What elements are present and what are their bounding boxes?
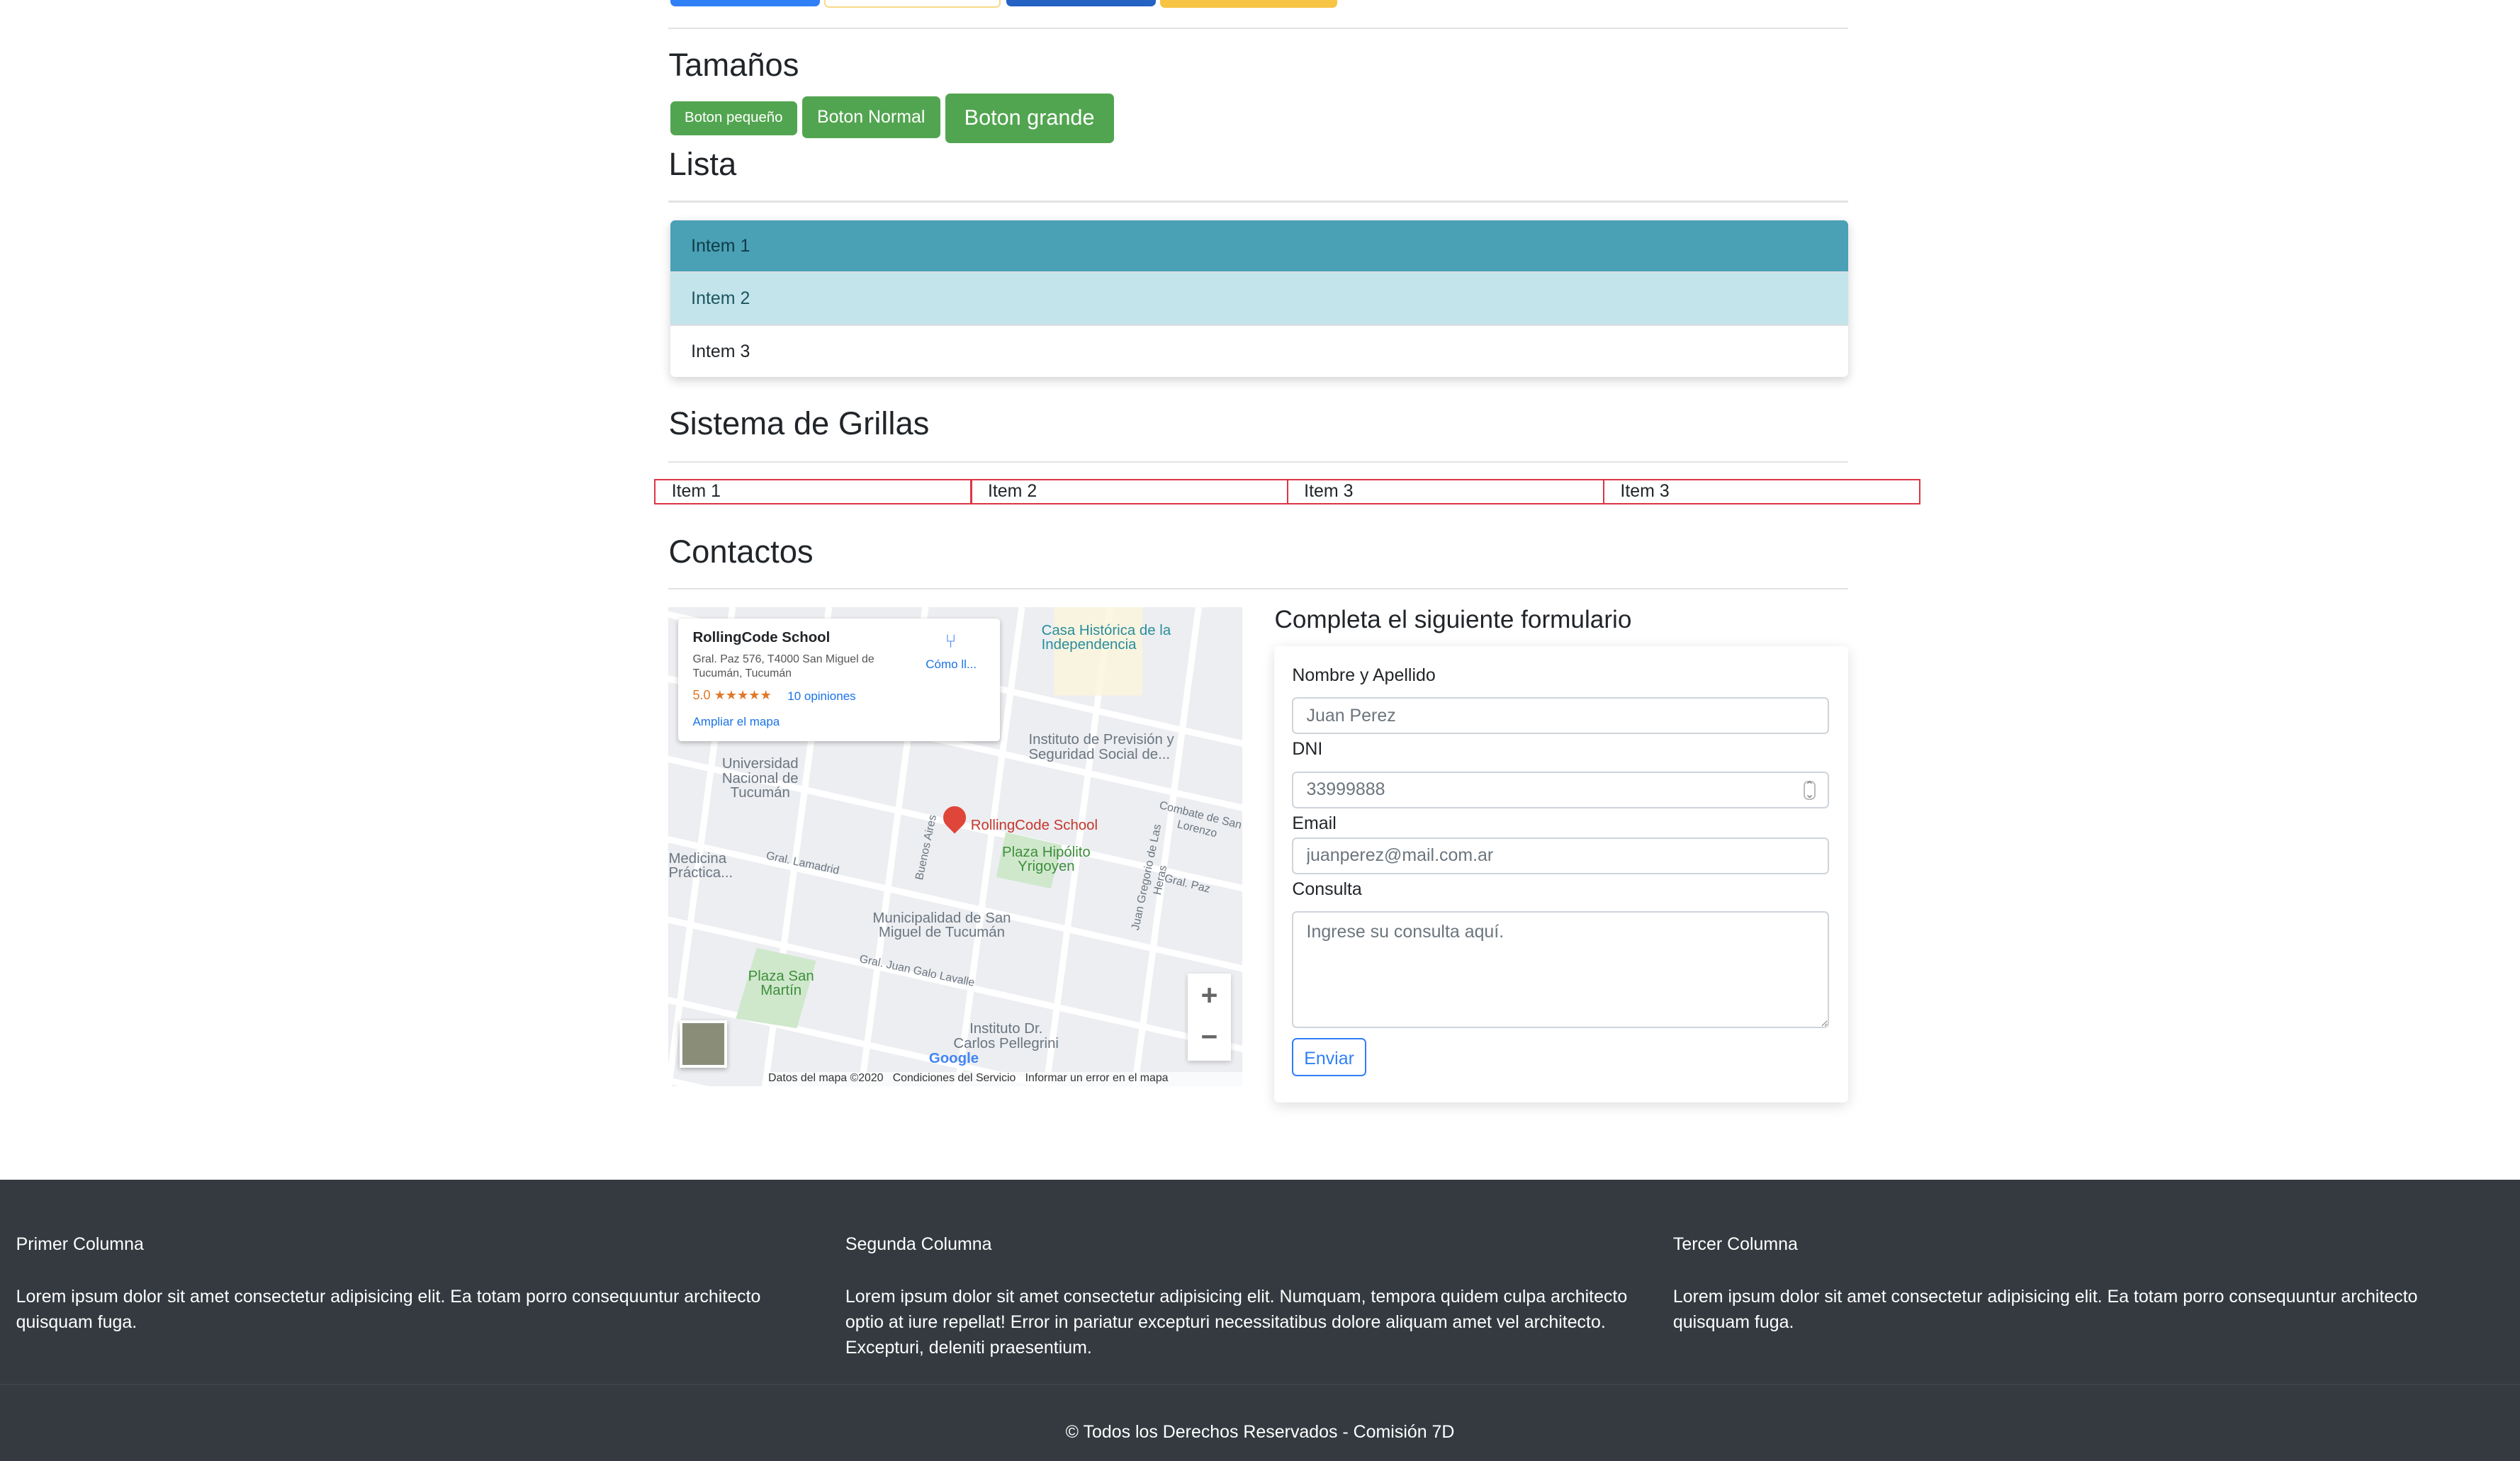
form-heading: Completa el siguiente formulario (1274, 605, 1632, 633)
map-label: Medicina Práctica... (668, 850, 733, 881)
divider (668, 588, 1849, 590)
place-name: RollingCode School (692, 630, 831, 646)
divider (668, 201, 1849, 203)
list-group: Intem 1 Intem 2 Intem 3 (670, 220, 1849, 378)
submit-button[interactable]: Enviar (1292, 1038, 1366, 1077)
grid-cell: Item 3 (1286, 478, 1604, 504)
terms-link[interactable]: Condiciones del Servicio (893, 1072, 1016, 1084)
contacts-heading: Contactos (668, 533, 814, 570)
map-label: Universidad Nacional de Tucumán (721, 756, 799, 801)
map-label: Plaza Hipólito Yrigoyen (1002, 844, 1091, 875)
map-label: Instituto Dr. Carlos Pellegrini (953, 1021, 1059, 1051)
footer-column-title: Segunda Columna (845, 1234, 992, 1254)
grid-cell: Item 3 (1602, 478, 1921, 504)
map-label: Plaza San Martín (748, 968, 814, 998)
sizes-heading: Tamaños (668, 46, 799, 83)
warning-button-partial[interactable] (1160, 0, 1337, 9)
footer-column-text: Lorem ipsum dolor sit amet consectetur a… (16, 1286, 761, 1332)
name-label: Nombre y Apellido (1292, 665, 1436, 685)
footer-column-1: Primer Columna Lorem ipsum dolor sit ame… (16, 1234, 804, 1335)
list-item-active[interactable]: Intem 1 (670, 220, 1849, 273)
copyright: © Todos los Derechos Reservados - Comisi… (1065, 1422, 1455, 1443)
satellite-toggle[interactable] (680, 1020, 728, 1068)
divider (668, 27, 1849, 29)
list-heading: Lista (668, 146, 737, 183)
dni-input[interactable] (1292, 771, 1829, 808)
map-label: Instituto de Previsión y Seguridad Socia… (1028, 732, 1174, 762)
map-attribution: Datos del mapa ©2020 Condiciones del Ser… (768, 1071, 1243, 1087)
map-label: Casa Histórica de la Independencia (1041, 622, 1171, 653)
list-item[interactable]: Intem 3 (670, 325, 1849, 378)
grid-cell: Item 2 (970, 478, 1288, 504)
report-error-link[interactable]: Informar un error en el mapa (1025, 1072, 1169, 1084)
query-label: Consulta (1292, 879, 1362, 899)
name-input[interactable] (1292, 697, 1829, 735)
query-textarea[interactable] (1292, 910, 1829, 1029)
place-address: Gral. Paz 576, T4000 San Miguel de Tucum… (692, 653, 874, 680)
embedded-map[interactable]: Casa Histórica de la Independencia Insti… (668, 607, 1243, 1087)
reviews-link[interactable]: 10 opiniones (787, 689, 855, 704)
footer-column-3: Tercer Columna Lorem ipsum dolor sit ame… (1673, 1234, 2460, 1335)
contact-form: Nombre y Apellido DNI ⌃⌄ Email Consulta … (1274, 645, 1849, 1102)
expand-map-link[interactable]: Ampliar el mapa (692, 715, 780, 729)
list-item-info[interactable]: Intem 2 (670, 273, 1849, 326)
grid-heading: Sistema de Grillas (668, 405, 930, 441)
footer: Primer Columna Lorem ipsum dolor sit ame… (0, 1179, 2520, 1461)
map-label: Municipalidad de San Miguel de Tucumán (872, 910, 1011, 941)
grid-row: Item 1 Item 2 Item 3 Item 3 (654, 478, 1921, 504)
normal-button[interactable]: Boton Normal (801, 96, 940, 139)
footer-column-text: Lorem ipsum dolor sit amet consectetur a… (845, 1286, 1628, 1358)
footer-divider (0, 1383, 2520, 1385)
zoom-out-button[interactable]: − (1188, 1017, 1231, 1061)
stars-icon: ★★★★★ (714, 687, 772, 702)
dark-primary-button-partial[interactable] (1006, 0, 1156, 7)
divider (668, 461, 1849, 463)
small-button[interactable]: Boton pequeño (670, 101, 797, 135)
number-spinner-icon[interactable]: ⌃ ⌄ (1803, 781, 1816, 800)
email-label: Email (1292, 813, 1337, 833)
primary-button-partial[interactable] (670, 0, 820, 7)
dni-label: DNI (1292, 739, 1323, 760)
large-button[interactable]: Boton grande (945, 93, 1114, 143)
zoom-in-button[interactable]: + (1188, 974, 1231, 1017)
footer-column-text: Lorem ipsum dolor sit amet consectetur a… (1672, 1286, 2418, 1332)
map-info-card: RollingCode School Gral. Paz 576, T4000 … (678, 619, 1000, 741)
email-input[interactable] (1292, 837, 1829, 874)
rating-value: 5.0 (692, 687, 711, 702)
directions-icon[interactable]: ⑂ (945, 630, 957, 653)
rating: 5.0 ★★★★★ (692, 688, 772, 703)
zoom-controls: + − (1187, 974, 1232, 1061)
outline-warning-button-partial[interactable] (824, 0, 1001, 9)
directions-link[interactable]: Cómo ll... (926, 658, 977, 672)
map-data-text: Datos del mapa ©2020 (768, 1071, 884, 1084)
google-logo: Google (928, 1051, 979, 1067)
footer-column-title: Primer Columna (16, 1234, 144, 1254)
footer-column-title: Tercer Columna (1672, 1234, 1798, 1254)
footer-column-2: Segunda Columna Lorem ipsum dolor sit am… (845, 1234, 1633, 1361)
pin-label: RollingCode School (970, 818, 1098, 834)
grid-cell: Item 1 (654, 478, 972, 504)
